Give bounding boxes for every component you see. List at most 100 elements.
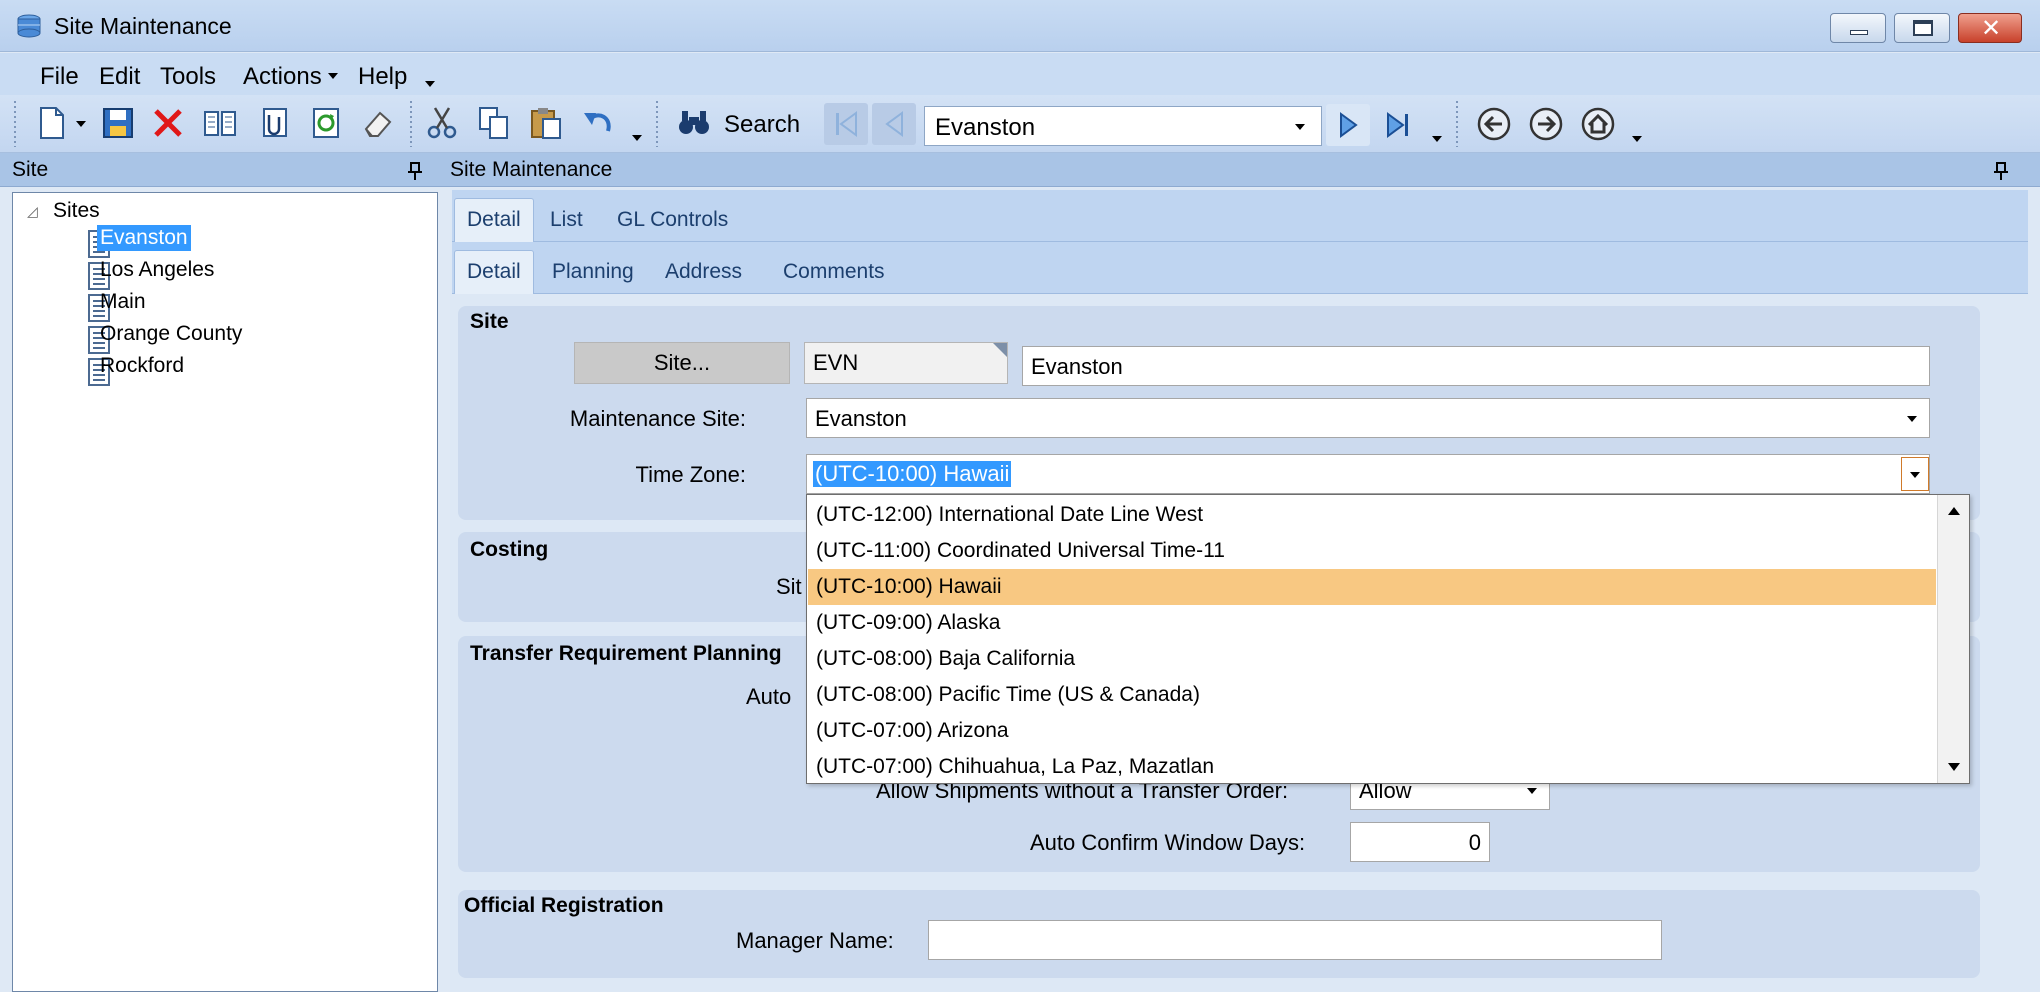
time-zone-label: Time Zone: [635,462,746,487]
official-group-title: Official Registration [464,894,664,917]
forward-icon[interactable] [1528,106,1564,142]
left-panel-title: Site [12,158,49,181]
maintenance-site-value: Evanston [815,406,907,431]
chevron-down-icon[interactable] [1527,788,1537,794]
scroll-down-icon[interactable] [1948,763,1960,771]
chevron-down-icon[interactable] [632,135,642,141]
tab-gl-controls[interactable]: GL Controls [617,198,728,242]
delete-icon[interactable] [150,105,186,141]
maximize-button[interactable] [1894,13,1950,43]
menu-bar: File Edit Tools Actions Help [0,53,2040,95]
chevron-down-icon[interactable] [1907,416,1917,422]
chevron-down-icon[interactable] [1432,136,1442,142]
maintenance-site-label: Maintenance Site: [569,406,746,431]
close-button[interactable]: ✕ [1958,13,2022,43]
undo-icon[interactable] [580,105,616,141]
right-panel-header: Site Maintenance [446,153,2040,187]
dropdown-scrollbar[interactable] [1937,495,1969,783]
search-icon[interactable] [676,105,712,141]
home-icon[interactable] [1580,106,1616,142]
save-icon[interactable] [100,105,136,141]
chevron-down-icon[interactable] [76,121,86,127]
sub-tab-row: Detail Planning Address Comments [452,242,2028,294]
first-record-button[interactable] [824,103,868,145]
time-zone-dropdown-list: (UTC-12:00) International Date Line West… [806,494,1970,784]
site-name-field[interactable]: Evanston [1022,346,1930,386]
menu-edit[interactable]: Edit [99,63,140,91]
eraser-icon[interactable] [360,105,396,141]
list-item[interactable]: (UTC-08:00) Baja California [808,641,1936,677]
tree-item-los-angeles[interactable]: Los Angeles [100,258,214,282]
tree-item-orange-county[interactable]: Orange County [100,322,242,346]
site-name-value: Evanston [1031,354,1123,379]
open-book-icon[interactable] [202,105,238,141]
scroll-up-icon[interactable] [1948,507,1960,515]
subtab-detail[interactable]: Detail [454,250,534,294]
site-code-field[interactable]: EVN [804,342,1008,384]
chevron-down-icon[interactable] [425,81,435,87]
pin-icon[interactable] [406,161,424,181]
menu-tools[interactable]: Tools [160,63,216,91]
pin-icon[interactable] [1992,161,2010,181]
auto-confirm-days-value: 0 [1468,830,1481,855]
first-icon [836,111,857,137]
subtab-address[interactable]: Address [665,250,742,294]
last-icon [1387,112,1408,138]
costing-site-label: Sit [776,574,802,599]
site-lookup-button[interactable]: Site... [574,342,790,384]
attachment-icon[interactable] [256,105,292,141]
official-registration-group: Official Registration Manager Name: [458,890,1980,978]
site-group-title: Site [470,310,509,333]
menu-actions[interactable]: Actions [243,63,322,91]
auto-confirm-label: Auto Confirm Window Days: [1030,830,1306,855]
manager-name-field[interactable] [928,920,1662,960]
manager-name-label: Manager Name: [736,928,894,953]
tab-detail[interactable]: Detail [454,198,534,242]
list-item[interactable]: (UTC-11:00) Coordinated Universal Time-1… [808,533,1936,569]
record-navigator-combo[interactable]: Evanston [924,106,1322,146]
refresh-icon[interactable] [308,105,344,141]
collapse-triangle-icon[interactable]: ◿ [27,203,38,220]
record-navigator-value: Evanston [935,114,1036,141]
close-icon: ✕ [1981,15,2002,42]
maintenance-site-select[interactable]: Evanston [806,398,1930,438]
paste-icon[interactable] [528,105,564,141]
chevron-down-icon[interactable] [1632,136,1642,142]
tree-item-evanston[interactable]: Evanston [97,225,191,251]
list-item[interactable]: (UTC-12:00) International Date Line West [808,497,1936,533]
time-zone-select[interactable]: (UTC-10:00) Hawaii [806,454,1930,494]
previous-record-button[interactable] [872,103,916,145]
copy-icon[interactable] [476,105,512,141]
new-icon[interactable] [34,105,70,141]
site-code-value: EVN [813,350,859,375]
left-panel-header: Site [0,153,446,187]
chevron-down-icon[interactable] [1295,124,1305,130]
auto-confirm-days-field[interactable]: 0 [1350,822,1490,862]
search-button[interactable]: Search [724,111,800,139]
list-item[interactable]: (UTC-07:00) Arizona [808,713,1936,749]
list-item[interactable]: (UTC-09:00) Alaska [808,605,1936,641]
subtab-planning[interactable]: Planning [552,250,634,294]
tree-item-main[interactable]: Main [100,290,146,314]
scrollbar-track[interactable] [1940,531,1966,731]
list-item[interactable]: (UTC-08:00) Pacific Time (US & Canada) [808,677,1936,713]
transfer-group-title: Transfer Requirement Planning [470,642,782,665]
list-item-selected[interactable]: (UTC-10:00) Hawaii [808,569,1936,605]
list-item[interactable]: (UTC-07:00) Chihuahua, La Paz, Mazatlan [808,749,1936,785]
last-record-button[interactable] [1376,104,1420,146]
right-panel-title: Site Maintenance [450,158,613,181]
next-record-button[interactable] [1326,104,1370,146]
tab-list[interactable]: List [550,198,583,242]
tree-root-sites[interactable]: Sites [53,199,100,223]
menu-help[interactable]: Help [358,63,407,91]
minimize-button[interactable] [1830,13,1886,43]
database-icon [17,14,41,38]
subtab-comments[interactable]: Comments [783,250,885,294]
cut-icon[interactable] [424,105,460,141]
transfer-auto-label: Auto [746,684,792,709]
back-icon[interactable] [1476,106,1512,142]
time-zone-dropdown-button[interactable] [1901,457,1929,491]
menu-file[interactable]: File [40,63,79,91]
top-tab-row: Detail List GL Controls [452,190,2028,242]
tree-item-rockford[interactable]: Rockford [100,354,184,378]
